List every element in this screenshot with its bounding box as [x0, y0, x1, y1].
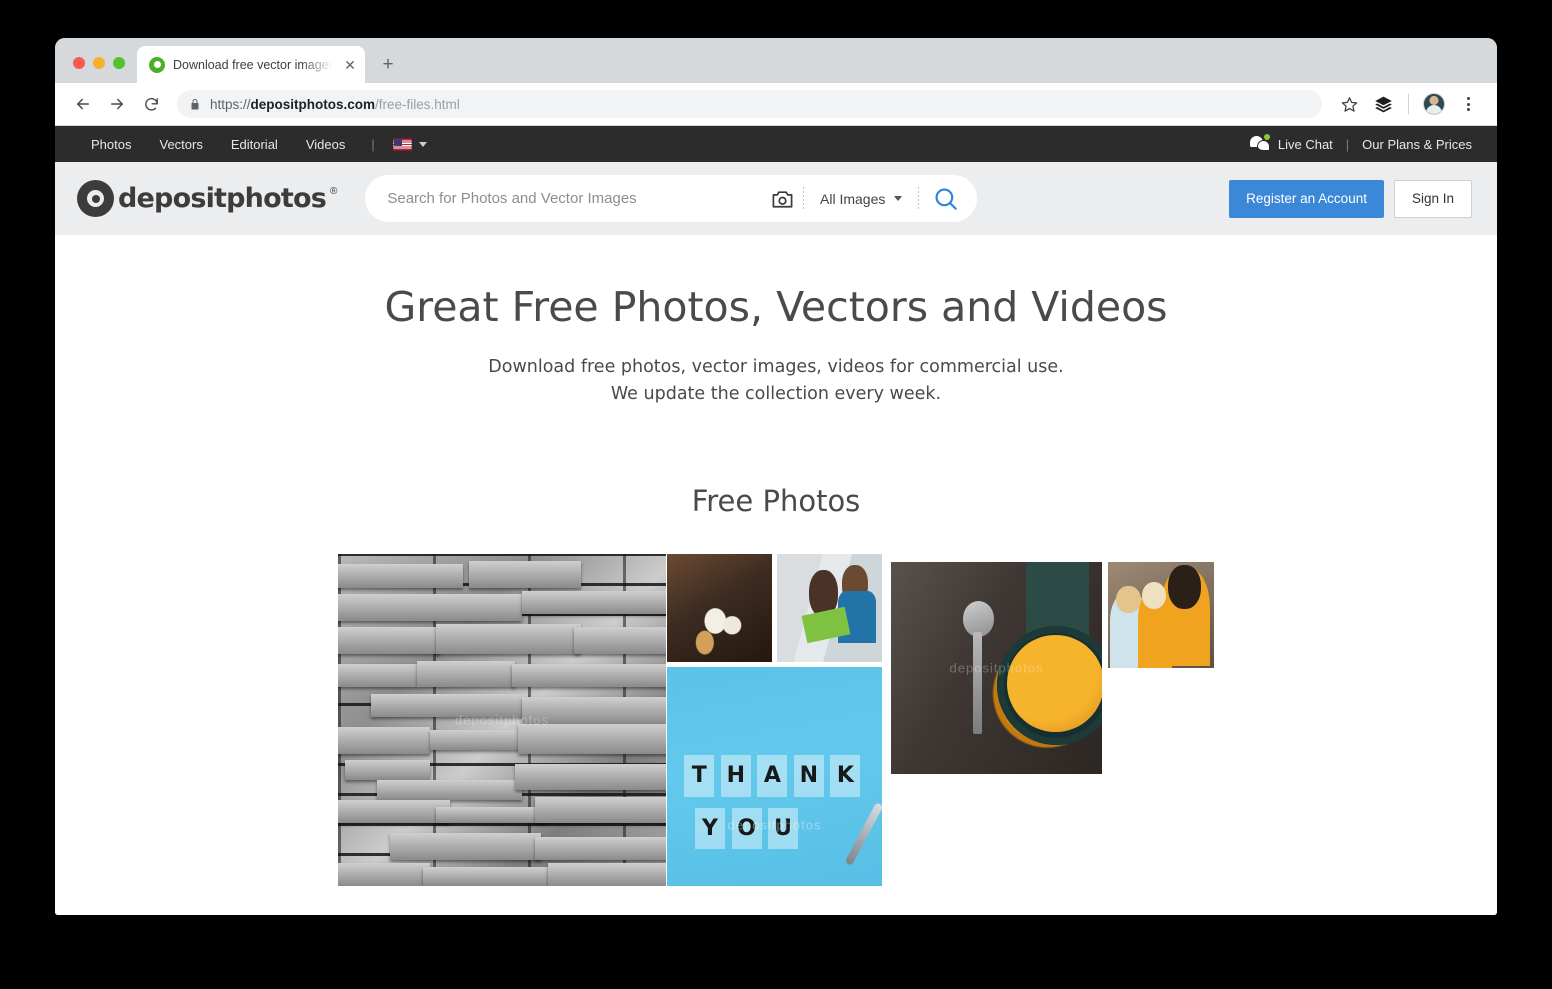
reload-icon[interactable] [135, 89, 167, 119]
nav-item-vectors[interactable]: Vectors [145, 137, 216, 152]
nav-item-videos[interactable]: Videos [292, 137, 360, 152]
tab-favicon-icon [149, 56, 165, 73]
maximize-window-button[interactable] [113, 57, 125, 69]
url-path: /free-files.html [375, 96, 460, 112]
tab-title: Download free vector images a [173, 57, 333, 72]
toolbar-right-group [1334, 89, 1483, 119]
us-flag-icon [392, 137, 412, 151]
address-bar-url: https://depositphotos.com/free-files.htm… [210, 97, 460, 112]
site-header: depositphotos ® All Images Reg [55, 162, 1497, 235]
nav-item-photos[interactable]: Photos [77, 137, 145, 152]
hero-subtitle: Download free photos, vector images, vid… [55, 354, 1497, 408]
page-viewport: Photos Vectors Editorial Videos | Live C… [55, 126, 1497, 915]
chevron-down-icon [894, 196, 903, 201]
plans-and-prices-link[interactable]: Our Plans & Prices [1362, 137, 1472, 152]
url-domain: depositphotos.com [250, 96, 376, 112]
three-dot-menu-icon[interactable] [1453, 89, 1483, 119]
gallery-tile-family-portrait[interactable] [1108, 562, 1214, 669]
you-letter: U [768, 807, 799, 850]
gallery-tile-stone-brick-wall[interactable]: depositphotos [338, 554, 666, 887]
avatar [1423, 93, 1445, 115]
free-photos-gallery: depositphotos T H A N K Y O U depositpho… [55, 554, 1497, 894]
forward-arrow-icon[interactable] [101, 89, 133, 119]
thank-letter: N [793, 755, 824, 797]
toolbar-divider [1408, 94, 1409, 114]
address-bar[interactable]: https://depositphotos.com/free-files.htm… [177, 90, 1322, 118]
gallery-tile-kids-painting[interactable] [777, 554, 882, 663]
minimize-window-button[interactable] [93, 57, 105, 69]
logo-wordmark: depositphotos [118, 183, 327, 214]
pen-decoration [844, 802, 882, 867]
live-chat-label: Live Chat [1277, 136, 1333, 152]
url-scheme: https:// [210, 96, 251, 112]
live-chat-button[interactable]: Live Chat [1249, 134, 1333, 152]
tab-close-icon[interactable]: ✕ [341, 56, 359, 74]
you-letter: Y [694, 807, 726, 850]
topnav-separator: | [371, 136, 375, 152]
site-top-navigation: Photos Vectors Editorial Videos | Live C… [55, 126, 1497, 162]
hero-subtitle-line-1: Download free photos, vector images, vid… [488, 357, 1064, 378]
topnav-links: Photos Vectors Editorial Videos | [77, 137, 433, 152]
topnav-right-group: Live Chat | Our Plans & Prices [1249, 134, 1472, 152]
lock-icon [189, 98, 201, 111]
thank-letter: H [720, 755, 751, 797]
chat-bubble-icon [1249, 134, 1270, 152]
close-window-button[interactable] [73, 57, 85, 69]
topnav-right-separator: | [1345, 136, 1350, 152]
sign-in-button[interactable]: Sign In [1393, 179, 1472, 218]
new-tab-button[interactable]: + [373, 49, 403, 79]
search-type-dropdown[interactable]: All Images [804, 191, 918, 207]
nav-item-editorial[interactable]: Editorial [217, 137, 292, 152]
page-title: Great Free Photos, Vectors and Videos [384, 283, 1168, 331]
extensions-layers-icon[interactable] [1368, 89, 1398, 119]
depositphotos-logo[interactable]: depositphotos ® [77, 180, 337, 217]
thank-letter: K [830, 755, 861, 797]
logo-registered-mark: ® [329, 186, 338, 197]
hero-subtitle-line-2: We update the collection every week. [610, 384, 942, 405]
hero-section: Great Free Photos, Vectors and Videos Do… [55, 235, 1497, 408]
gallery-tile-pumpkin-soup[interactable]: depositphotos [891, 562, 1102, 775]
browser-toolbar: https://depositphotos.com/free-files.htm… [55, 83, 1497, 126]
search-input[interactable] [385, 175, 761, 222]
thank-letter: A [757, 755, 788, 797]
chevron-down-icon [418, 141, 427, 147]
camera-search-icon[interactable] [761, 179, 803, 219]
browser-window: Download free vector images a ✕ + https:… [55, 38, 1497, 915]
back-arrow-icon[interactable] [67, 89, 99, 119]
thank-letter: T [684, 755, 715, 797]
browser-tab-strip: Download free vector images a ✕ + [55, 38, 1497, 83]
logo-camera-icon [77, 180, 114, 217]
bookmark-star-icon[interactable] [1334, 89, 1364, 119]
search-type-label: All Images [820, 190, 886, 207]
register-account-button[interactable]: Register an Account [1229, 179, 1384, 218]
language-selector[interactable] [387, 137, 433, 151]
profile-avatar[interactable] [1419, 89, 1449, 119]
gallery-tile-coffee-tray[interactable] [667, 554, 772, 663]
search-submit-button[interactable] [919, 177, 973, 221]
section-title-free-photos: Free Photos [691, 484, 861, 519]
you-letter: O [731, 807, 762, 850]
gallery-tile-thank-you-note[interactable]: T H A N K Y O U depositphotos [667, 667, 882, 887]
browser-tab-active[interactable]: Download free vector images a ✕ [137, 46, 365, 83]
header-actions: Register an Account Sign In [1229, 179, 1472, 218]
window-traffic-lights [55, 57, 137, 83]
search-bar: All Images [365, 175, 978, 222]
